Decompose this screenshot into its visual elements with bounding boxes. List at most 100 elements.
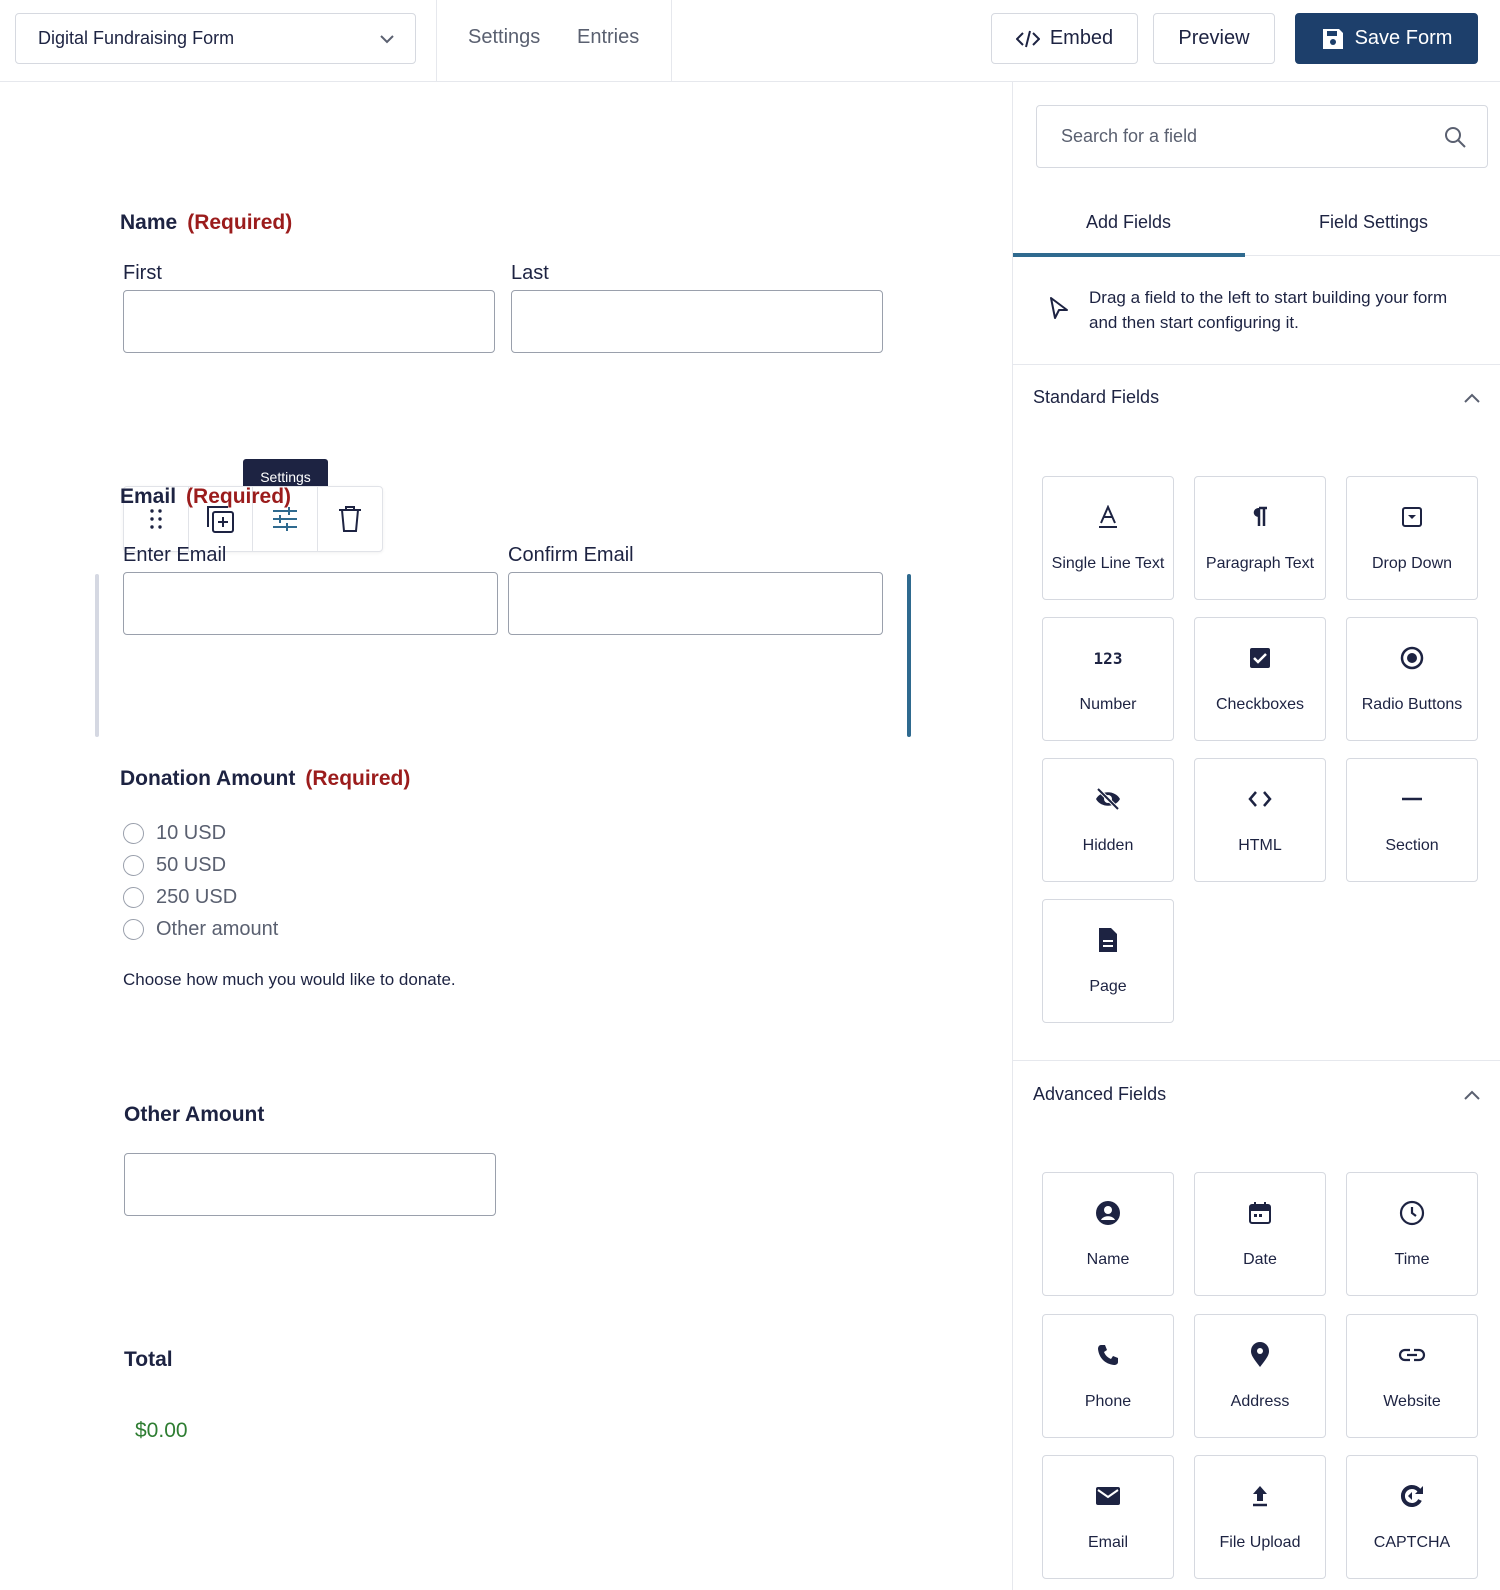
- recaptcha-icon: [1400, 1485, 1423, 1507]
- field-sidebar: Search for a field Add Fields Field Sett…: [1012, 82, 1500, 1590]
- field-tile-website[interactable]: Website: [1346, 1314, 1478, 1438]
- field-tile-file-upload[interactable]: File Upload: [1194, 1455, 1326, 1579]
- field-tile-label: Page: [1089, 978, 1127, 995]
- confirm-email-input[interactable]: [508, 572, 883, 635]
- save-form-button[interactable]: Save Form: [1295, 13, 1478, 64]
- field-tile-name[interactable]: Name: [1042, 1172, 1174, 1296]
- name-field-label: Name (Required): [120, 211, 292, 235]
- radio-icon: [1400, 646, 1424, 670]
- field-tile-time[interactable]: Time: [1346, 1172, 1478, 1296]
- preview-button[interactable]: Preview: [1153, 13, 1275, 64]
- required-indicator: (Required): [187, 211, 293, 234]
- form-selector-label: Digital Fundraising Form: [38, 28, 235, 48]
- chevron-up-icon[interactable]: [1462, 1085, 1482, 1105]
- field-tile-phone[interactable]: Phone: [1042, 1314, 1174, 1438]
- radio-option-label: 10 USD: [156, 822, 227, 844]
- field-tile-label: Email: [1087, 1534, 1128, 1551]
- field-tile-label: Checkboxes: [1215, 696, 1305, 713]
- field-tile-label: Website: [1383, 1393, 1441, 1410]
- chevron-down-icon: [380, 35, 394, 44]
- paragraph-icon: [1253, 506, 1267, 526]
- settings-link[interactable]: Settings: [468, 26, 540, 49]
- required-indicator: (Required): [305, 767, 411, 790]
- field-tile-label: Phone: [1084, 1393, 1132, 1410]
- field-tile-label: HTML: [1238, 837, 1282, 854]
- form-canvas: Name (Required) First Last Settings Email…: [0, 82, 1012, 1590]
- confirm-email-label: Confirm Email: [508, 544, 634, 566]
- field-tile-single-line-text[interactable]: Single Line Text: [1042, 476, 1174, 600]
- dropdown-icon: [1402, 507, 1422, 527]
- field-tile-checkboxes[interactable]: Checkboxes: [1194, 617, 1326, 741]
- top-bar: Digital Fundraising Form Settings Entrie…: [0, 0, 1500, 82]
- link-icon: [1398, 1348, 1426, 1362]
- radio-option[interactable]: 50 USD: [123, 854, 226, 877]
- enter-email-input[interactable]: [123, 572, 498, 635]
- radio-option[interactable]: 250 USD: [123, 886, 237, 909]
- radio-button[interactable]: [123, 823, 144, 844]
- donation-label-text: Donation Amount: [120, 767, 296, 790]
- total-label: Total: [124, 1348, 173, 1371]
- advanced-fields-title: Advanced Fields: [1033, 1084, 1167, 1104]
- radio-button[interactable]: [123, 919, 144, 940]
- donation-description: Choose how much you would like to donate…: [123, 970, 456, 989]
- section-divider: [1013, 1060, 1500, 1061]
- chevron-up-icon[interactable]: [1462, 388, 1482, 408]
- search-placeholder: Search for a field: [1061, 126, 1198, 146]
- other-amount-input[interactable]: [124, 1153, 496, 1216]
- field-tile-radio-buttons[interactable]: Radio Buttons: [1346, 617, 1478, 741]
- selected-field-indicator: [95, 574, 99, 737]
- field-tile-captcha[interactable]: CAPTCHA: [1346, 1455, 1478, 1579]
- document-icon: [1099, 928, 1117, 952]
- upload-icon: [1253, 1486, 1267, 1507]
- text-icon: [1099, 505, 1117, 528]
- enter-email-label: Enter Email: [123, 544, 227, 566]
- radio-option[interactable]: Other amount: [123, 918, 278, 941]
- field-tile-label: Address: [1230, 1393, 1290, 1410]
- radio-button[interactable]: [123, 855, 144, 876]
- tab-field-settings[interactable]: Field Settings: [1319, 212, 1428, 233]
- total-value: $0.00: [135, 1419, 188, 1442]
- delete-button[interactable]: [318, 487, 383, 551]
- field-tile-label: Single Line Text: [1051, 555, 1165, 572]
- last-name-input[interactable]: [511, 290, 883, 353]
- save-disk-icon: [1322, 28, 1343, 49]
- field-tile-date[interactable]: Date: [1194, 1172, 1326, 1296]
- field-tile-label: Paragraph Text: [1205, 555, 1315, 572]
- code-icon: [1015, 30, 1040, 47]
- number-icon: 123: [1093, 648, 1123, 668]
- email-label-text: Email: [120, 485, 177, 508]
- user-circle-icon: [1096, 1201, 1120, 1225]
- field-tile-number[interactable]: 123 Number: [1042, 617, 1174, 741]
- field-search-input[interactable]: Search for a field: [1036, 105, 1488, 168]
- first-name-label: First: [123, 262, 162, 284]
- radio-button[interactable]: [123, 887, 144, 908]
- field-tile-email[interactable]: Email: [1042, 1455, 1174, 1579]
- field-tile-section[interactable]: Section: [1346, 758, 1478, 882]
- field-tile-paragraph-text[interactable]: Paragraph Text: [1194, 476, 1326, 600]
- field-tile-html[interactable]: HTML: [1194, 758, 1326, 882]
- field-tile-label: Section: [1385, 837, 1439, 854]
- field-tile-label: Name: [1086, 1251, 1130, 1268]
- minus-icon: [1402, 797, 1422, 801]
- standard-fields-title: Standard Fields: [1033, 387, 1160, 407]
- required-indicator: (Required): [186, 485, 292, 508]
- form-selector[interactable]: Digital Fundraising Form: [15, 13, 416, 64]
- save-form-label: Save Form: [1354, 27, 1453, 49]
- entries-link[interactable]: Entries: [577, 26, 639, 49]
- cursor-icon: [1050, 297, 1068, 319]
- field-tile-address[interactable]: Address: [1194, 1314, 1326, 1438]
- tab-add-fields[interactable]: Add Fields: [1086, 212, 1171, 233]
- embed-label: Embed: [1049, 27, 1114, 49]
- search-icon: [1445, 127, 1466, 148]
- field-tile-hidden[interactable]: Hidden: [1042, 758, 1174, 882]
- embed-button[interactable]: Embed: [991, 13, 1138, 64]
- divider: [436, 0, 437, 82]
- field-tile-label: Date: [1243, 1251, 1277, 1268]
- field-tile-drop-down[interactable]: Drop Down: [1346, 476, 1478, 600]
- drag-dots-icon: [150, 509, 162, 529]
- first-name-input[interactable]: [123, 290, 495, 353]
- field-tile-page[interactable]: Page: [1042, 899, 1174, 1023]
- radio-option[interactable]: 10 USD: [123, 822, 226, 845]
- active-tab-indicator: [1013, 253, 1245, 257]
- name-label-text: Name: [120, 211, 178, 234]
